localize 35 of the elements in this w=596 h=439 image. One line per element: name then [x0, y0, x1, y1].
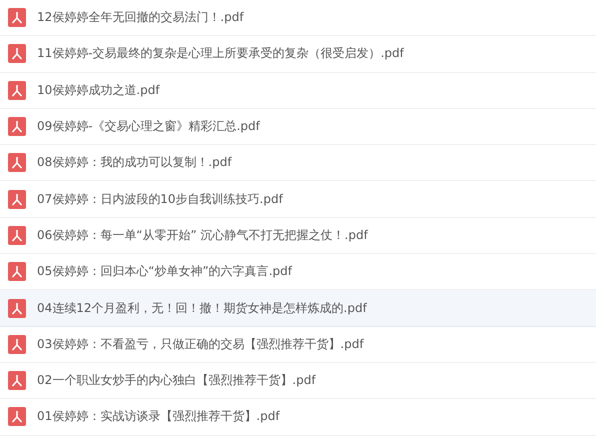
pdf-icon — [8, 298, 26, 318]
file-row[interactable]: 04连续12个月盈利，无！回！撤！期货女神是怎样炼成的.pdf — [0, 290, 596, 327]
pdf-icon — [8, 190, 26, 209]
pdf-icon — [8, 153, 26, 172]
file-row[interactable]: 07侯婷婷：日内波段的10步自我训练技巧.pdf — [0, 181, 596, 218]
file-row[interactable]: 11侯婷婷-交易最终的复杂是心理上所要承受的复杂（很受启发）.pdf — [0, 36, 596, 73]
pdf-icon — [8, 44, 26, 64]
pdf-icon — [8, 407, 26, 426]
file-row[interactable]: 09侯婷婷-《交易心理之窗》精彩汇总.pdf — [0, 108, 596, 146]
file-name[interactable]: 07侯婷婷：日内波段的10步自我训练技巧.pdf — [37, 190, 283, 208]
file-row[interactable]: 06侯婷婷：每一单“从零开始” 沉心静气不打无把握之仗！.pdf — [0, 218, 596, 254]
file-name[interactable]: 03侯婷婷：不看盈亏，只做正确的交易【强烈推荐干货】.pdf — [37, 336, 364, 353]
file-row[interactable]: 02一个职业女炒手的内心独白【强烈推荐干货】.pdf — [0, 362, 596, 400]
file-name[interactable]: 06侯婷婷：每一单“从零开始” 沉心静气不打无把握之仗！.pdf — [37, 226, 368, 244]
pdf-icon — [8, 334, 26, 354]
pdf-icon — [8, 117, 26, 136]
pdf-icon — [8, 8, 26, 28]
pdf-icon — [8, 80, 26, 100]
file-name[interactable]: 02一个职业女炒手的内心独白【强烈推荐干货】.pdf — [37, 372, 316, 390]
pdf-icon — [8, 371, 26, 390]
file-row[interactable]: 10侯婷婷成功之道.pdf — [0, 72, 596, 109]
file-row[interactable]: 08侯婷婷：我的成功可以复制！.pdf — [0, 145, 596, 182]
file-row[interactable]: 01侯婷婷：实战访谈录【强烈推荐干货】.pdf — [0, 399, 596, 436]
file-row[interactable]: 03侯婷婷：不看盈亏，只做正确的交易【强烈推荐干货】.pdf — [0, 326, 596, 363]
pdf-icon — [8, 262, 26, 282]
file-row[interactable]: 12侯婷婷全年无回撤的交易法门！.pdf — [0, 0, 596, 36]
file-name[interactable]: 10侯婷婷成功之道.pdf — [37, 82, 160, 99]
pdf-icon — [8, 226, 26, 245]
file-name[interactable]: 11侯婷婷-交易最终的复杂是心理上所要承受的复杂（很受启发）.pdf — [37, 45, 404, 62]
file-name[interactable]: 05侯婷婷：回归本心“炒单女神”的六字真言.pdf — [37, 263, 292, 280]
file-name[interactable]: 01侯婷婷：实战访谈录【强烈推荐干货】.pdf — [37, 408, 280, 426]
file-name[interactable]: 09侯婷婷-《交易心理之窗》精彩汇总.pdf — [37, 118, 260, 136]
file-name[interactable]: 08侯婷婷：我的成功可以复制！.pdf — [37, 154, 232, 172]
file-name[interactable]: 12侯婷婷全年无回撤的交易法门！.pdf — [37, 9, 244, 26]
file-name[interactable]: 04连续12个月盈利，无！回！撤！期货女神是怎样炼成的.pdf — [37, 300, 367, 317]
